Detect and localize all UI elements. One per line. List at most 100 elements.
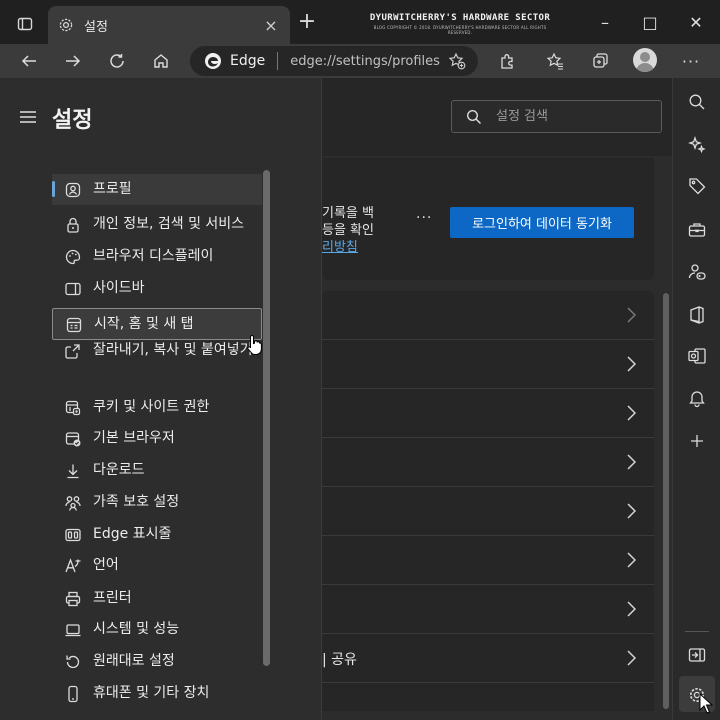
add-favorite-icon[interactable] bbox=[448, 52, 466, 70]
cookie-icon bbox=[64, 399, 82, 417]
nav-item-label: 원래대로 설정 bbox=[93, 653, 175, 669]
profile-row[interactable] bbox=[322, 438, 654, 487]
nav-item-label: 브라우저 디스플레이 bbox=[93, 248, 214, 264]
settings-search[interactable] bbox=[451, 100, 662, 133]
chevron-right-icon bbox=[624, 303, 638, 327]
profile-row-label: | 공유 bbox=[322, 652, 357, 668]
refresh-icon[interactable] bbox=[104, 48, 130, 74]
nav-item-label: 시스템 및 성능 bbox=[93, 621, 180, 637]
forward-icon[interactable] bbox=[60, 48, 86, 74]
favorites-icon[interactable] bbox=[542, 48, 568, 74]
search-icon[interactable] bbox=[687, 92, 707, 112]
search-icon bbox=[466, 109, 482, 125]
outlook-icon[interactable] bbox=[687, 346, 707, 366]
chevron-right-icon bbox=[624, 352, 638, 376]
edge-bar-icon bbox=[64, 526, 82, 544]
settings-nav: 설정 프로필 개인 정보, 검색 및 서비스 브라우저 디스플레이 사이드바 시작, 홈… bbox=[0, 78, 322, 720]
nav-item-label: 기본 브라우저 bbox=[93, 430, 175, 446]
nav-item-3[interactable]: 사이드바 bbox=[52, 279, 262, 298]
close-window-button[interactable]: ✕ bbox=[681, 8, 711, 36]
tab-actions-icon[interactable] bbox=[8, 10, 42, 38]
notification-icon[interactable] bbox=[687, 388, 707, 408]
site-name: Edge bbox=[230, 53, 266, 69]
profile-row[interactable] bbox=[322, 340, 654, 389]
nav-scrollbar[interactable] bbox=[263, 170, 270, 666]
more-icon[interactable]: ··· bbox=[678, 48, 704, 74]
home-icon[interactable] bbox=[148, 48, 174, 74]
maximize-button[interactable]: □ bbox=[635, 8, 665, 36]
printer-icon bbox=[64, 590, 82, 608]
extensions-icon[interactable] bbox=[494, 48, 520, 74]
chevron-right-icon bbox=[624, 450, 638, 474]
edge-logo-icon bbox=[204, 52, 222, 70]
profile-row[interactable] bbox=[322, 291, 654, 340]
phone-icon bbox=[64, 685, 82, 703]
minimize-button[interactable]: – bbox=[590, 8, 620, 36]
tools-icon[interactable] bbox=[687, 220, 707, 240]
add-icon[interactable] bbox=[687, 431, 707, 451]
nav-item-15[interactable]: 휴대폰 및 기타 장치 bbox=[52, 684, 262, 703]
nav-item-4[interactable]: 시작, 홈 및 새 탭 bbox=[52, 308, 262, 340]
nav-item-11[interactable]: 언어 bbox=[52, 556, 262, 575]
profile-avatar[interactable] bbox=[633, 48, 657, 72]
profile-row[interactable] bbox=[322, 536, 654, 585]
search-input[interactable] bbox=[496, 109, 646, 124]
url-text[interactable]: edge://settings/profiles bbox=[290, 54, 440, 69]
nav-item-label: 프로필 bbox=[93, 181, 132, 197]
nav-item-7[interactable]: 기본 브라우저 bbox=[52, 429, 262, 448]
nav-item-0[interactable]: 프로필 bbox=[52, 174, 262, 205]
profile-card-line2: 등을 확인 bbox=[322, 223, 374, 238]
shopping-icon[interactable] bbox=[687, 176, 707, 196]
nav-item-label: Edge 표시줄 bbox=[93, 526, 172, 542]
address-bar[interactable]: Edge edge://settings/profiles bbox=[190, 46, 478, 76]
profile-icon bbox=[64, 181, 82, 199]
office-icon[interactable] bbox=[687, 305, 707, 325]
chevron-right-icon bbox=[624, 548, 638, 572]
games-icon[interactable] bbox=[687, 262, 707, 282]
profile-card: 기록을 백 등을 확인 리방침 ··· 로그인하여 데이터 동기화 bbox=[322, 158, 654, 280]
edge-sidebar bbox=[672, 78, 720, 720]
menu-icon[interactable] bbox=[20, 110, 36, 124]
watermark: DYURWITCHERRY'S HARDWARE SECTOR BLOG COP… bbox=[362, 13, 558, 35]
reset-icon bbox=[64, 653, 82, 671]
tab-settings[interactable]: 설정 × bbox=[48, 6, 290, 44]
sidebar-icon bbox=[64, 280, 82, 298]
content-scrollbar[interactable] bbox=[663, 293, 669, 709]
nav-item-8[interactable]: 다운로드 bbox=[52, 461, 262, 480]
nav-item-5[interactable]: 잘라내기, 복사 및 붙여넣기 bbox=[52, 341, 262, 360]
profile-row[interactable] bbox=[322, 389, 654, 438]
chevron-right-icon bbox=[624, 646, 638, 670]
sync-button[interactable]: 로그인하여 데이터 동기화 bbox=[450, 207, 634, 238]
privacy-link[interactable]: 리방침 bbox=[322, 239, 374, 256]
collections-icon[interactable] bbox=[587, 48, 613, 74]
title-bar: 설정 × + DYURWITCHERRY'S HARDWARE SECTOR B… bbox=[0, 0, 720, 44]
discover-icon[interactable] bbox=[687, 135, 707, 155]
address-separator bbox=[277, 52, 279, 70]
system-icon bbox=[64, 621, 82, 639]
profile-more-button[interactable]: ··· bbox=[416, 210, 432, 226]
language-icon bbox=[64, 557, 82, 575]
hide-sidebar-icon[interactable] bbox=[687, 645, 707, 665]
tab-title: 설정 bbox=[84, 19, 108, 35]
nav-item-12[interactable]: 프린터 bbox=[52, 589, 262, 608]
nav-item-2[interactable]: 브라우저 디스플레이 bbox=[52, 247, 262, 266]
profile-row[interactable]: | 공유 bbox=[322, 634, 654, 683]
family-icon bbox=[64, 494, 82, 512]
close-tab-icon[interactable]: × bbox=[262, 16, 280, 35]
profile-row[interactable] bbox=[322, 585, 654, 634]
nav-item-1[interactable]: 개인 정보, 검색 및 서비스 bbox=[52, 215, 262, 234]
back-icon[interactable] bbox=[16, 48, 42, 74]
nav-item-14[interactable]: 원래대로 설정 bbox=[52, 652, 262, 671]
nav-item-label: 언어 bbox=[93, 557, 119, 573]
new-tab-button[interactable]: + bbox=[296, 11, 318, 34]
download-icon bbox=[64, 462, 82, 480]
watermark-subtitle: BLOG COPYRIGHT © 2018. DYURWITCHERRY'S H… bbox=[373, 25, 547, 35]
profile-settings-card: | 공유 bbox=[322, 291, 654, 711]
nav-item-label: 사이드바 bbox=[93, 280, 145, 296]
profile-row[interactable] bbox=[322, 487, 654, 536]
nav-item-label: 잘라내기, 복사 및 붙여넣기 bbox=[93, 342, 253, 358]
nav-item-10[interactable]: Edge 표시줄 bbox=[52, 525, 262, 544]
nav-item-13[interactable]: 시스템 및 성능 bbox=[52, 620, 262, 639]
nav-item-9[interactable]: 가족 보호 설정 bbox=[52, 493, 262, 512]
nav-item-6[interactable]: 쿠키 및 사이트 권한 bbox=[52, 398, 262, 417]
